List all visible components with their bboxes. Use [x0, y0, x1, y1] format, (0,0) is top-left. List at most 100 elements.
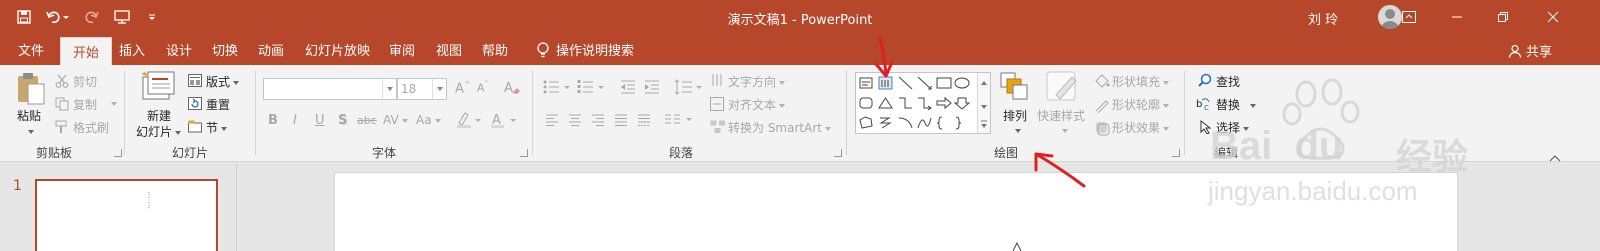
- new-slide-icon[interactable]: [142, 71, 176, 106]
- quick-styles-dropdown[interactable]: [1059, 123, 1068, 137]
- font-size-combo[interactable]: 18: [397, 78, 447, 100]
- reset-label[interactable]: 重置: [206, 96, 230, 113]
- shrink-font-button[interactable]: Aˇ: [477, 80, 489, 95]
- gallery-scrollbar[interactable]: [977, 73, 990, 133]
- new-slide-label-2[interactable]: 幻灯片: [136, 123, 182, 140]
- font-name-combo[interactable]: [263, 78, 397, 100]
- shape-fill-button[interactable]: 形状填充: [1112, 73, 1170, 90]
- find-label[interactable]: 查找: [1216, 73, 1240, 90]
- shapes-grid-icon: [859, 76, 971, 130]
- tab-view[interactable]: 视图: [436, 40, 462, 59]
- font-size-dropdown[interactable]: [432, 79, 446, 99]
- text-direction-icon[interactable]: [710, 73, 724, 90]
- layout-button[interactable]: 版式: [206, 73, 240, 90]
- arrange-label[interactable]: 排列: [1003, 107, 1027, 124]
- decrease-indent-icon[interactable]: [620, 79, 636, 98]
- change-case-button[interactable]: Aa: [416, 113, 441, 127]
- highlight-icon[interactable]: [456, 111, 482, 132]
- user-name[interactable]: 刘 玲: [1308, 9, 1338, 28]
- grow-font-button[interactable]: A^: [455, 80, 471, 96]
- replace-button[interactable]: 替换: [1216, 96, 1257, 113]
- strikethrough-button[interactable]: abc: [357, 114, 377, 127]
- tab-transitions[interactable]: 切换: [212, 40, 238, 59]
- tab-design[interactable]: 设计: [166, 40, 192, 59]
- tab-slideshow[interactable]: 幻灯片放映: [305, 40, 370, 59]
- increase-indent-icon[interactable]: [644, 79, 660, 98]
- justify-icon[interactable]: [614, 113, 628, 130]
- font-launcher[interactable]: [520, 149, 528, 157]
- select-icon[interactable]: [1200, 119, 1212, 137]
- reset-icon[interactable]: [188, 97, 202, 113]
- cut-label[interactable]: 剪切: [73, 73, 97, 90]
- replace-icon[interactable]: bc: [1196, 97, 1214, 114]
- tab-file[interactable]: 文件: [18, 40, 44, 59]
- share-button[interactable]: 共享: [1508, 41, 1552, 60]
- shadow-button[interactable]: S: [338, 113, 347, 128]
- copy-label[interactable]: 复制: [73, 96, 97, 113]
- select-button[interactable]: 选择: [1216, 119, 1250, 136]
- shape-outline-icon[interactable]: [1094, 97, 1110, 116]
- clipboard-launcher[interactable]: [114, 149, 122, 157]
- section-button[interactable]: 节: [206, 119, 228, 136]
- bullets-icon[interactable]: [543, 79, 571, 98]
- find-icon[interactable]: [1198, 73, 1212, 90]
- text-direction-button[interactable]: 文字方向: [728, 73, 786, 90]
- arrange-icon[interactable]: [999, 71, 1031, 106]
- restore-button[interactable]: [1480, 0, 1526, 34]
- align-text-button[interactable]: 对齐文本: [728, 96, 786, 113]
- shape-effects-icon[interactable]: [1094, 120, 1110, 139]
- quick-styles-label[interactable]: 快速样式: [1037, 107, 1085, 124]
- tab-animations[interactable]: 动画: [258, 40, 284, 59]
- shape-fill-icon[interactable]: [1094, 73, 1110, 92]
- tell-me-search[interactable]: 操作说明搜索: [536, 40, 634, 59]
- font-name-dropdown[interactable]: [382, 79, 396, 99]
- tab-home[interactable]: 开始: [60, 37, 113, 65]
- restore-icon: [1498, 12, 1508, 22]
- shapes-gallery[interactable]: [855, 72, 991, 134]
- copy-icon[interactable]: [55, 97, 69, 114]
- columns-icon[interactable]: [664, 113, 694, 130]
- char-spacing-label: AV: [383, 113, 399, 127]
- close-button[interactable]: [1530, 0, 1576, 34]
- cut-icon[interactable]: [55, 74, 69, 91]
- arrange-dropdown[interactable]: [1012, 123, 1021, 137]
- slide-canvas[interactable]: [334, 172, 1458, 251]
- numbering-icon[interactable]: [577, 79, 605, 98]
- tab-insert[interactable]: 插入: [119, 40, 145, 59]
- paste-label[interactable]: 粘贴: [17, 107, 41, 124]
- paste-dropdown[interactable]: [25, 124, 34, 138]
- align-center-icon[interactable]: [568, 113, 582, 130]
- paragraph-launcher[interactable]: [834, 149, 842, 157]
- italic-button[interactable]: I: [293, 113, 297, 128]
- shape-effects-button[interactable]: 形状效果: [1112, 119, 1170, 136]
- paste-icon[interactable]: [16, 71, 46, 110]
- new-slide-label-1[interactable]: 新建: [147, 107, 171, 124]
- group-label-font: 字体: [372, 146, 397, 160]
- drawing-launcher[interactable]: [1172, 149, 1180, 157]
- bold-button[interactable]: B: [268, 113, 278, 128]
- align-text-icon[interactable]: [710, 97, 724, 114]
- section-icon[interactable]: [188, 120, 202, 136]
- format-painter-icon[interactable]: [55, 120, 69, 137]
- shape-outline-button[interactable]: 形状轮廓: [1112, 96, 1170, 113]
- clear-formatting-icon[interactable]: A: [503, 79, 521, 100]
- layout-icon[interactable]: [188, 74, 202, 90]
- tab-review[interactable]: 审阅: [389, 40, 415, 59]
- minimize-button[interactable]: [1434, 0, 1480, 34]
- align-left-icon[interactable]: [545, 113, 559, 130]
- font-color-icon[interactable]: A: [490, 111, 520, 132]
- slide-thumbnail[interactable]: [35, 179, 218, 251]
- workspace: 1: [0, 163, 1600, 251]
- align-right-icon[interactable]: [591, 113, 605, 130]
- copy-dropdown[interactable]: [108, 96, 117, 110]
- smartart-button[interactable]: 转换为 SmartArt: [728, 119, 831, 136]
- line-spacing-icon[interactable]: [674, 79, 704, 98]
- smartart-icon[interactable]: [710, 120, 726, 137]
- format-painter-label[interactable]: 格式刷: [73, 119, 109, 136]
- char-spacing-button[interactable]: AV: [383, 113, 408, 127]
- distributed-icon[interactable]: [637, 113, 651, 130]
- underline-button[interactable]: U: [315, 113, 325, 128]
- tab-help[interactable]: 帮助: [482, 40, 508, 59]
- quick-styles-icon[interactable]: [1046, 71, 1080, 108]
- ribbon-display-options-button[interactable]: [1384, 0, 1434, 34]
